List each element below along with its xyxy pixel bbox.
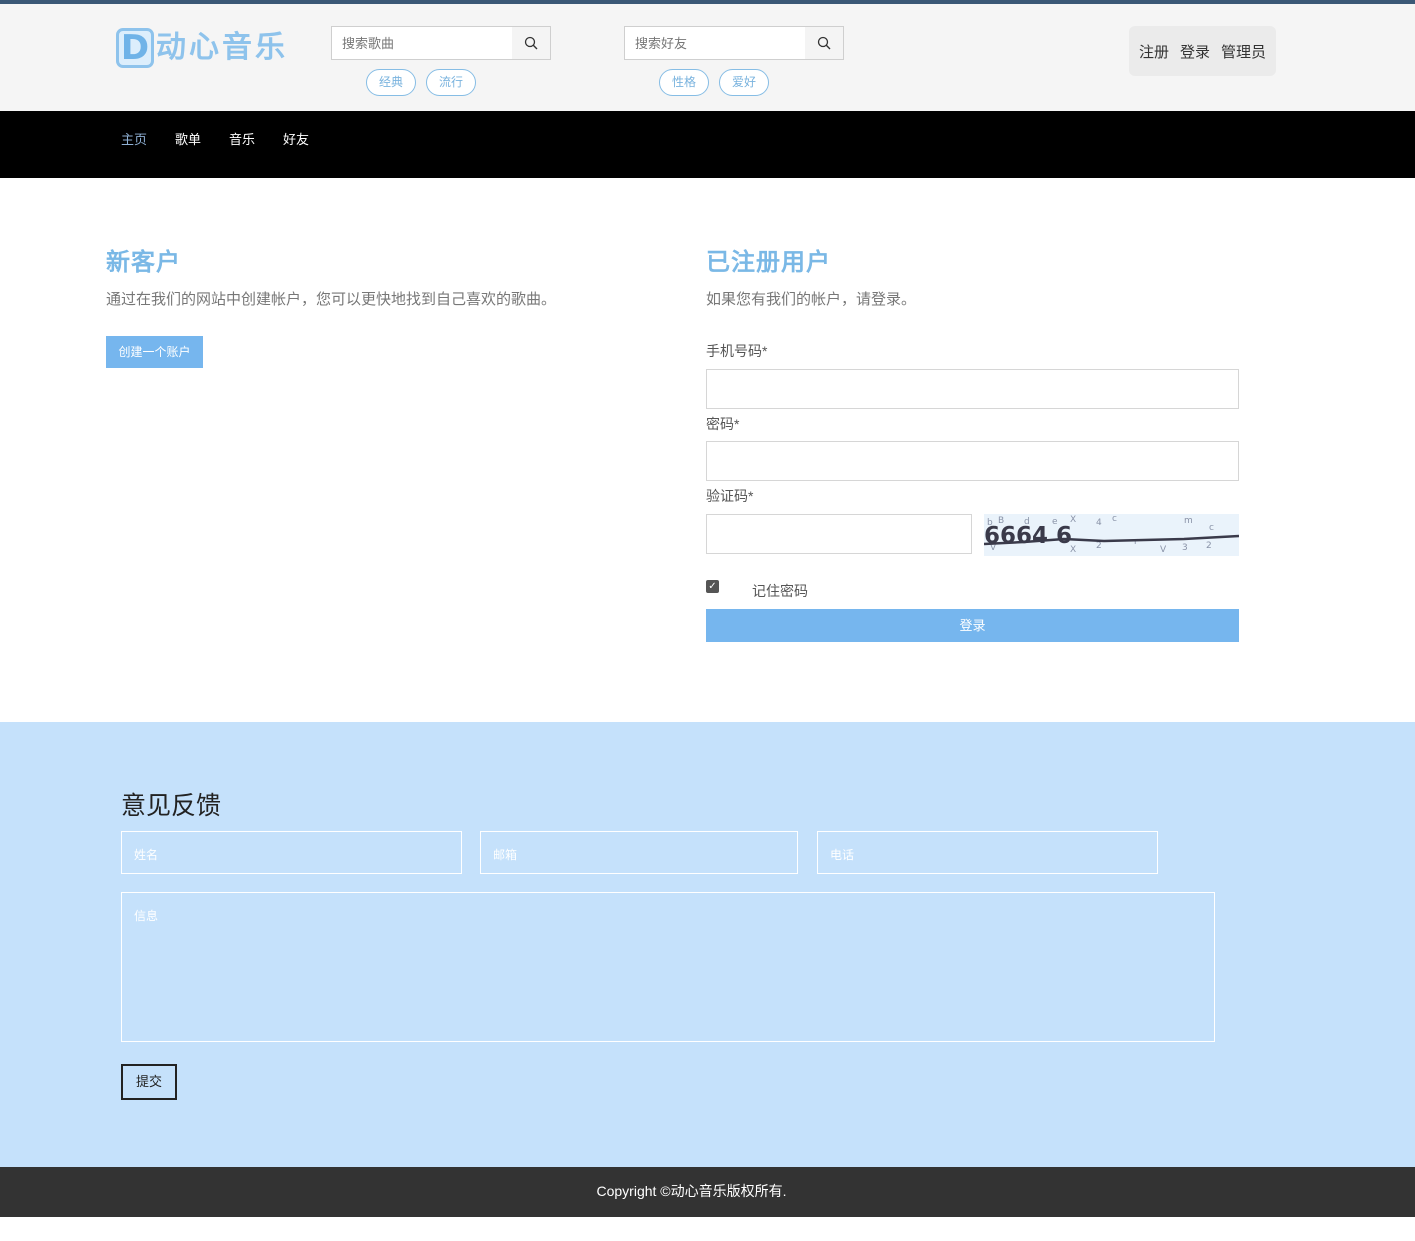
new-customer-title: 新客户 bbox=[106, 248, 181, 276]
feedback-email-input[interactable]: 邮箱 bbox=[480, 831, 798, 874]
name-placeholder: 姓名 bbox=[134, 848, 159, 862]
tag-classic[interactable]: 经典 bbox=[366, 69, 416, 96]
feedback-section: 意见反馈 姓名 邮箱 电话 信息 提交 bbox=[0, 722, 1415, 1167]
nav-friends[interactable]: 好友 bbox=[283, 129, 309, 148]
site-logo[interactable]: D 动心音乐 bbox=[116, 28, 288, 68]
captcha-graphic: bBde X4cm cV 2 V 3 2Xr 6664 6 bbox=[984, 514, 1239, 555]
svg-text:2: 2 bbox=[1206, 541, 1212, 551]
user-links: 注册 登录 管理员 bbox=[1129, 26, 1276, 76]
message-placeholder: 信息 bbox=[134, 909, 159, 923]
remember-checkbox[interactable]: ✓ bbox=[706, 580, 719, 593]
feedback-title: 意见反馈 bbox=[121, 791, 222, 820]
svg-text:4: 4 bbox=[1096, 518, 1102, 528]
song-search-input[interactable] bbox=[332, 27, 512, 59]
svg-text:3: 3 bbox=[1182, 543, 1188, 553]
friend-search-button[interactable] bbox=[805, 27, 843, 59]
main-navbar: 主页 歌单 音乐 好友 bbox=[0, 111, 1415, 178]
tag-personality[interactable]: 性格 bbox=[659, 69, 709, 96]
register-link[interactable]: 注册 bbox=[1139, 41, 1169, 62]
captcha-text: 6664 6 bbox=[984, 523, 1072, 549]
svg-text:2: 2 bbox=[1096, 541, 1102, 551]
svg-text:c: c bbox=[1112, 514, 1117, 524]
search-icon bbox=[817, 36, 831, 50]
logo-text: 动心音乐 bbox=[156, 30, 288, 65]
login-button[interactable]: 登录 bbox=[706, 609, 1239, 642]
footer: Copyright ©动心音乐版权所有. bbox=[0, 1167, 1415, 1217]
captcha-input[interactable] bbox=[706, 514, 972, 554]
captcha-label: 验证码* bbox=[706, 488, 754, 504]
svg-text:V: V bbox=[1160, 545, 1167, 555]
friend-search-input[interactable] bbox=[625, 27, 805, 59]
phone-placeholder: 电话 bbox=[830, 848, 855, 862]
header: D 动心音乐 经典 流行 性格 爱好 注册 登录 管理员 bbox=[0, 4, 1415, 111]
new-customer-description: 通过在我们的网站中创建帐户，您可以更快地找到自己喜欢的歌曲。 bbox=[106, 290, 557, 308]
feedback-submit-button[interactable]: 提交 bbox=[121, 1064, 177, 1100]
create-account-button[interactable]: 创建一个账户 bbox=[106, 336, 203, 368]
captcha-image[interactable]: bBde X4cm cV2V 32Xr 6664 6 bbox=[984, 514, 1239, 556]
nav-home[interactable]: 主页 bbox=[121, 129, 147, 148]
search-icon bbox=[524, 36, 538, 50]
email-placeholder: 邮箱 bbox=[493, 848, 518, 862]
nav-music[interactable]: 音乐 bbox=[229, 129, 255, 148]
svg-text:c: c bbox=[1209, 523, 1214, 533]
copyright-text: Copyright ©动心音乐版权所有. bbox=[596, 1183, 787, 1199]
phone-input[interactable] bbox=[706, 369, 1239, 409]
password-input[interactable] bbox=[706, 441, 1239, 481]
logo-letter: D bbox=[116, 28, 154, 68]
song-search-button[interactable] bbox=[512, 27, 550, 59]
tag-pop[interactable]: 流行 bbox=[426, 69, 476, 96]
feedback-phone-input[interactable]: 电话 bbox=[817, 831, 1158, 874]
admin-link[interactable]: 管理员 bbox=[1221, 41, 1266, 62]
svg-text:r: r bbox=[1134, 537, 1138, 547]
nav-playlists[interactable]: 歌单 bbox=[175, 129, 201, 148]
account-section: 新客户 通过在我们的网站中创建帐户，您可以更快地找到自己喜欢的歌曲。 创建一个账… bbox=[0, 178, 1415, 722]
svg-text:m: m bbox=[1184, 516, 1193, 526]
phone-label: 手机号码* bbox=[706, 343, 768, 359]
tag-hobby[interactable]: 爱好 bbox=[719, 69, 769, 96]
registered-user-description: 如果您有我们的帐户，请登录。 bbox=[706, 290, 917, 308]
feedback-name-input[interactable]: 姓名 bbox=[121, 831, 462, 874]
remember-label: 记住密码 bbox=[752, 583, 808, 599]
login-link[interactable]: 登录 bbox=[1180, 41, 1210, 62]
song-search-box bbox=[331, 26, 551, 60]
password-label: 密码* bbox=[706, 416, 740, 432]
friend-search-box bbox=[624, 26, 844, 60]
registered-user-title: 已注册用户 bbox=[706, 248, 831, 276]
feedback-message-textarea[interactable]: 信息 bbox=[121, 892, 1215, 1042]
